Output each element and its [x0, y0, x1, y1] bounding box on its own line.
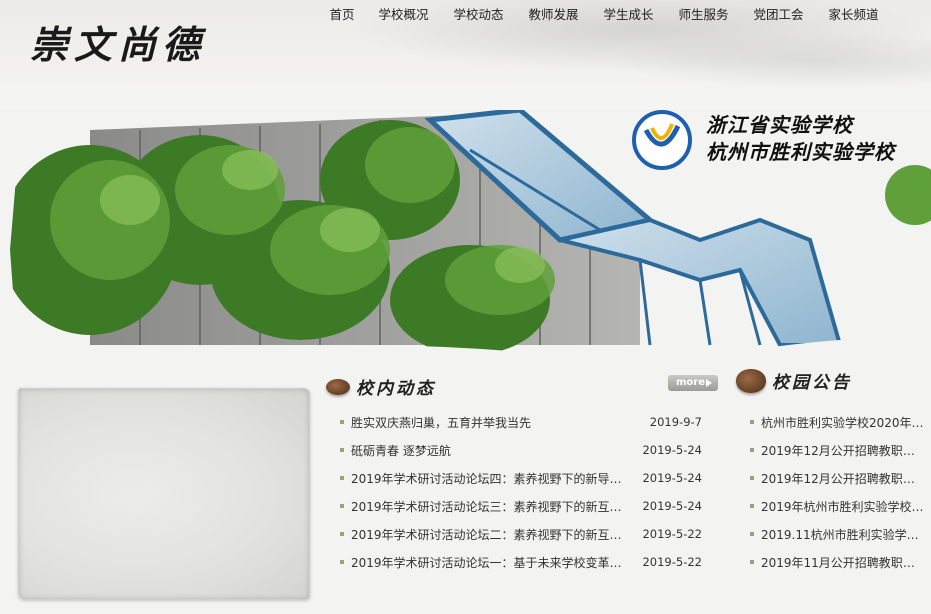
school-name-line2: 杭州市胜利实验学校 — [706, 140, 895, 164]
notice-item-title[interactable]: 2019年11月公开招聘教职工… — [761, 554, 925, 571]
nav-home[interactable]: 首页 — [318, 6, 366, 26]
news-item-date: 2019-5-24 — [642, 471, 702, 485]
main-nav: 首页 学校概况 学校动态 教师发展 学生成长 师生服务 党团工会 家长频道 — [318, 6, 891, 26]
bullet-icon — [750, 448, 754, 452]
school-name-line1: 浙江省实验学校 — [706, 113, 853, 137]
bullet-icon — [750, 476, 754, 480]
stone-icon — [326, 378, 350, 395]
nav-services[interactable]: 师生服务 — [666, 6, 741, 26]
bullet-icon — [750, 560, 754, 564]
news-item-title[interactable]: 2019年学术研讨活动论坛三：素养视野下的新互… — [351, 498, 632, 515]
news-item-title[interactable]: 2019年学术研讨活动论坛四：素养视野下的新导… — [351, 470, 632, 487]
nav-teacher-development[interactable]: 教师发展 — [516, 6, 591, 26]
notice-item[interactable]: 2019.11杭州市胜利实验学校… — [750, 520, 925, 548]
nav-parents[interactable]: 家长频道 — [816, 6, 891, 26]
notices-list: 杭州市胜利实验学校2020年… 2019年12月公开招聘教职工… 2019年12… — [750, 408, 925, 576]
bullet-icon — [340, 420, 344, 424]
more-label: more — [676, 377, 706, 388]
bullet-icon — [340, 532, 344, 536]
nav-school-news[interactable]: 学校动态 — [441, 6, 516, 26]
news-item[interactable]: 胜实双庆燕归巢，五育并举我当先 2019-9-7 — [340, 408, 710, 436]
notice-item-title[interactable]: 杭州市胜利实验学校2020年… — [761, 414, 925, 431]
news-item[interactable]: 2019年学术研讨活动论坛二：素养视野下的新互… 2019-5-22 — [340, 520, 710, 548]
paper-panel — [18, 388, 310, 600]
news-item[interactable]: 2019年学术研讨活动论坛四：素养视野下的新导… 2019-5-24 — [340, 464, 710, 492]
notice-item[interactable]: 2019年11月公开招聘教职工… — [750, 548, 925, 576]
nav-student-growth[interactable]: 学生成长 — [591, 6, 666, 26]
bullet-icon — [340, 476, 344, 480]
notice-item-title[interactable]: 2019年12月公开招聘教职工… — [761, 442, 925, 459]
news-item-title[interactable]: 2019年学术研讨活动论坛二：素养视野下的新互… — [351, 526, 632, 543]
nav-party-union[interactable]: 党团工会 — [741, 6, 816, 26]
news-item-date: 2019-5-24 — [642, 443, 702, 457]
notices-title: 校园公告 — [772, 373, 852, 393]
school-emblem-icon — [632, 110, 692, 170]
notice-item[interactable]: 2019年12月公开招聘教职工… — [750, 464, 925, 492]
news-item-date: 2019-5-22 — [642, 555, 702, 569]
nav-school-overview[interactable]: 学校概况 — [366, 6, 441, 26]
news-item-date: 2019-5-24 — [642, 499, 702, 513]
news-item[interactable]: 砥砺青春 逐梦远航 2019-5-24 — [340, 436, 710, 464]
news-item-title[interactable]: 砥砺青春 逐梦远航 — [351, 442, 632, 459]
news-more-button[interactable]: more — [668, 375, 718, 391]
bullet-icon — [340, 560, 344, 564]
bullet-icon — [340, 448, 344, 452]
notice-item[interactable]: 2019年12月公开招聘教职工… — [750, 436, 925, 464]
bullet-icon — [340, 504, 344, 508]
news-item[interactable]: 2019年学术研讨活动论坛三：素养视野下的新互… 2019-5-24 — [340, 492, 710, 520]
stone-icon — [736, 368, 766, 393]
news-item-date: 2019-5-22 — [642, 527, 702, 541]
news-list: 胜实双庆燕归巢，五育并举我当先 2019-9-7 砥砺青春 逐梦远航 2019-… — [340, 408, 710, 576]
site-logo[interactable]: 崇文尚德 — [30, 14, 206, 69]
bullet-icon — [750, 532, 754, 536]
news-item-title[interactable]: 胜实双庆燕归巢，五育并举我当先 — [351, 414, 632, 431]
bullet-icon — [750, 504, 754, 508]
news-item[interactable]: 2019年学术研讨活动论坛一：基于未来学校变革… 2019-5-22 — [340, 548, 710, 576]
news-item-title[interactable]: 2019年学术研讨活动论坛一：基于未来学校变革… — [351, 554, 632, 571]
notices-header: 校园公告 — [736, 368, 852, 393]
news-item-date: 2019-9-7 — [649, 415, 702, 429]
arrow-right-icon — [706, 379, 712, 387]
notice-item[interactable]: 2019年杭州市胜利实验学校… — [750, 492, 925, 520]
news-header: 校内动态 — [326, 374, 436, 399]
notice-item[interactable]: 杭州市胜利实验学校2020年… — [750, 408, 925, 436]
bullet-icon — [750, 420, 754, 424]
notice-item-title[interactable]: 2019年12月公开招聘教职工… — [761, 470, 925, 487]
news-title: 校内动态 — [356, 379, 436, 399]
school-name: 浙江省实验学校 杭州市胜利实验学校 — [706, 112, 895, 166]
notice-item-title[interactable]: 2019.11杭州市胜利实验学校… — [761, 526, 925, 543]
notice-item-title[interactable]: 2019年杭州市胜利实验学校… — [761, 498, 925, 515]
